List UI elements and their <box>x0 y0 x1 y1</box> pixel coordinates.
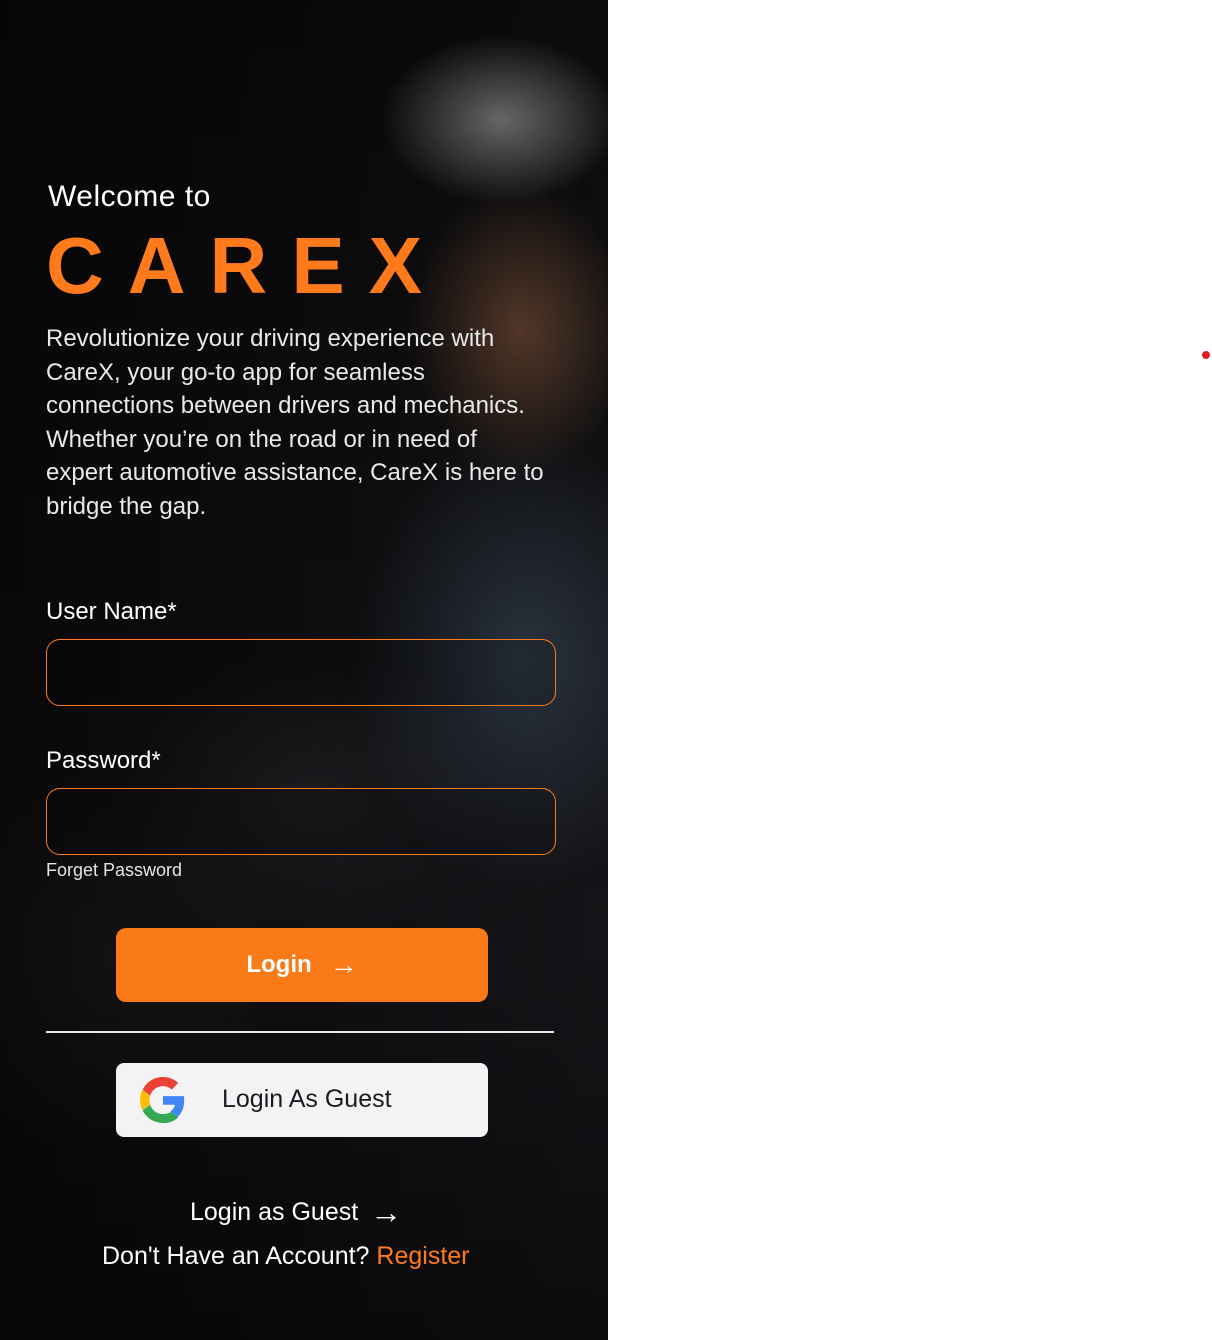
login-content: Welcome to CAREX Revolutionize your driv… <box>46 0 556 1340</box>
tagline: Revolutionize your driving experience wi… <box>46 325 544 520</box>
login-button-label: Login <box>246 951 312 978</box>
google-icon <box>140 1077 185 1123</box>
arrow-right-icon: → <box>329 949 358 980</box>
login-as-guest-button[interactable]: Login As Guest <box>116 1063 488 1137</box>
guest-link-label: Login as Guest <box>190 1197 359 1226</box>
login-as-guest-link[interactable]: Login as Guest → <box>190 1196 402 1228</box>
register-prompt: Don't Have an Account? Register <box>102 1242 470 1271</box>
password-label: Password* <box>46 747 161 774</box>
username-input[interactable] <box>46 639 556 706</box>
login-panel: Welcome to CAREX Revolutionize your driv… <box>0 0 608 1340</box>
password-input[interactable] <box>46 788 556 855</box>
forgot-password-link[interactable]: Forget Password <box>46 860 182 881</box>
register-link[interactable]: Register <box>376 1242 469 1270</box>
welcome-heading: Welcome to <box>48 180 211 213</box>
login-as-guest-label: Login As Guest <box>222 1085 392 1113</box>
brand-logo: CAREX <box>46 221 447 310</box>
username-label: User Name* <box>46 598 177 625</box>
arrow-right-icon: → <box>370 1194 403 1230</box>
register-prompt-text: Don't Have an Account? <box>102 1242 370 1270</box>
login-button[interactable]: Login → <box>116 928 488 1002</box>
red-dot-marker <box>1202 351 1210 359</box>
divider <box>46 1031 554 1033</box>
